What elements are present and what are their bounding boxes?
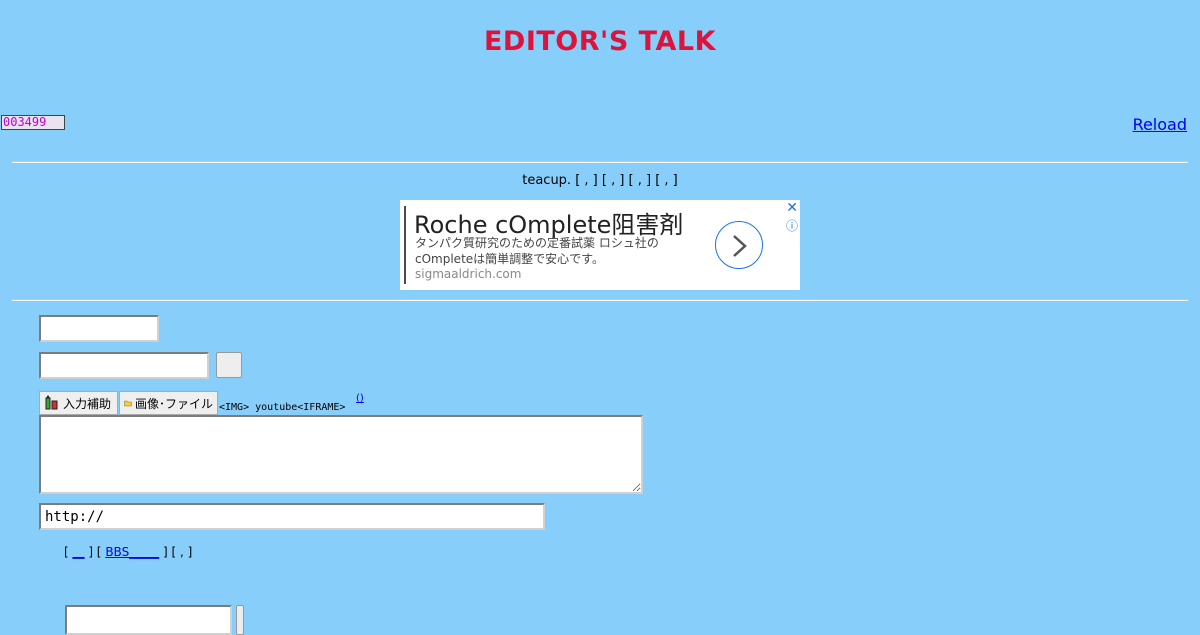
folder-icon bbox=[124, 400, 132, 407]
page-title: EDITOR'S TALK bbox=[483, 26, 717, 57]
teacup-links-row[interactable]: teacup. [ , ] [ , ] [ , ] [ , ] bbox=[0, 173, 1200, 188]
help-link[interactable]: () bbox=[356, 393, 364, 404]
ad-body: タンパク質研究のための定番試薬 ロシュ社のcOmpleteは簡単調整で安心です。 bbox=[415, 236, 659, 266]
allowed-tags-note: <IMG> youtube<IFRAME> bbox=[219, 402, 346, 413]
bottom-links-row: [ __ ] [ BBS_____ ] [ , ] bbox=[64, 545, 192, 559]
submit-button[interactable] bbox=[216, 352, 242, 378]
access-counter: 003499 bbox=[1, 115, 65, 130]
ad-accent-bar bbox=[404, 206, 406, 284]
pencil-icon bbox=[45, 395, 58, 410]
reload-link[interactable]: Reload bbox=[1133, 115, 1187, 134]
bbs-link[interactable]: BBS_____ bbox=[105, 545, 159, 559]
name-input[interactable] bbox=[39, 315, 159, 342]
chevron-right-icon bbox=[733, 235, 747, 257]
info-icon[interactable]: ⓘ bbox=[786, 217, 798, 234]
message-textarea[interactable] bbox=[39, 415, 643, 494]
ad-banner[interactable]: Roche cOmplete阻害剤 タンパク質研究のための定番試薬 ロシュ社のc… bbox=[400, 200, 800, 290]
ad-domain: sigmaaldrich.com bbox=[415, 267, 522, 281]
input-assist-label: 入力補助 bbox=[63, 396, 112, 411]
link-blank[interactable]: __ bbox=[73, 545, 85, 559]
email-input[interactable] bbox=[39, 352, 209, 379]
bracket-text: [ bbox=[64, 545, 73, 559]
divider-top bbox=[12, 161, 1188, 163]
bracket-text: ] [ bbox=[84, 545, 106, 559]
ad-open-button[interactable] bbox=[715, 221, 763, 269]
close-icon[interactable]: ✕ bbox=[786, 200, 798, 216]
bracket-text: ] [ , ] bbox=[159, 545, 193, 559]
divider-middle bbox=[12, 299, 1188, 301]
image-file-label: 画像･ファイル bbox=[134, 396, 213, 411]
key-input[interactable] bbox=[65, 605, 232, 635]
key-submit-button[interactable] bbox=[236, 605, 244, 635]
image-file-button[interactable]: 画像･ファイル bbox=[119, 391, 218, 415]
url-input[interactable] bbox=[39, 503, 545, 530]
input-assist-button[interactable]: 入力補助 bbox=[39, 391, 118, 415]
